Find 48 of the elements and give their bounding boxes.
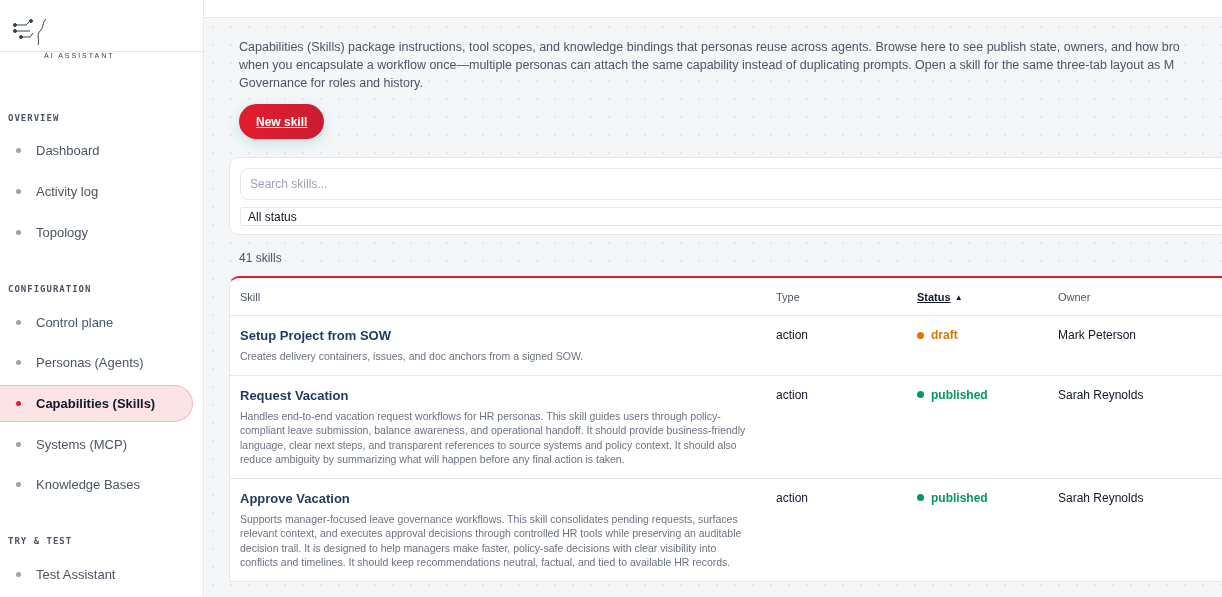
bullet-icon	[16, 319, 21, 325]
owner-name: Mark Peterson	[1058, 328, 1137, 342]
status-label: published	[931, 387, 988, 402]
skill-count: 41 skills	[239, 251, 282, 265]
nav-section-title: TRY & TEST	[7, 536, 74, 547]
bullet-icon	[16, 401, 21, 406]
skill-type: action	[776, 328, 809, 342]
skill-name[interactable]: Request Vacation	[240, 387, 349, 403]
sortable-column-header[interactable]: Status ▲	[917, 291, 963, 303]
skill-name[interactable]: Setup Project from SOW	[240, 328, 391, 343]
owner-name: Sarah Reynolds	[1058, 490, 1144, 505]
intro-text: when you encapsulate a workflow once—multiple personas can attach the same capability instead of duplicating prompts. Open a skill for the same three-tab layout as M	[239, 57, 1176, 74]
bullet-icon	[16, 229, 21, 235]
skill-type: action	[776, 387, 809, 402]
column-header[interactable]: Type	[776, 291, 800, 303]
nav-section-title: CONFIGURATION	[7, 283, 93, 294]
skill-description: Creates delivery containers, issues, and doc anchors from a signed SOW.	[240, 349, 585, 364]
sort-arrow-icon: ▲	[954, 292, 963, 302]
status-label: draft	[931, 328, 958, 342]
nav-section-title: OVERVIEW	[7, 112, 61, 123]
nav-item[interactable]: Systems (MCP)	[0, 425, 193, 463]
nav-item[interactable]: Personas (Agents)	[0, 344, 193, 382]
owner-name: Sarah Reynolds	[1058, 387, 1144, 402]
status-select[interactable]: All status	[240, 207, 1222, 226]
bullet-icon	[16, 148, 21, 154]
skill-description: Supports manager-focused leave governance workflows. This skill consolidates pending requests, surfaces relevant context, and executes approval decisions through controlled HR tools while preserving an auditable decision trail. It is designed to help managers make faster, policy-safe decisions with clear visibility into conflicts and timelines. It should keep recommendations neutral, factual, and tied to available HR records.	[240, 511, 743, 570]
search-field[interactable]: Search skills...	[240, 168, 1222, 200]
skill-description: Handles end-to-end vacation request workflows for HR personas. This skill guides users through policy-compliant leave submission, balance awareness, and operational handoff. It should provide business-friendly language, clear next steps, and transparent references to source systems and policy context. It should also reduce ambiguity by summarizing what will happen before any final action is taken.	[240, 408, 747, 467]
bullet-icon	[16, 482, 21, 488]
nav-item[interactable]: Dashboard	[0, 132, 193, 170]
nav-item[interactable]: Knowledge Bases	[0, 466, 193, 504]
new-skill-button[interactable]: New skill	[239, 104, 325, 139]
skill-name[interactable]: Approve Vacation	[240, 490, 350, 506]
nav-item[interactable]: Activity log	[0, 173, 193, 211]
nav-item[interactable]: Test Assistant	[0, 556, 193, 593]
skill-type: action	[776, 490, 809, 505]
bullet-icon	[16, 572, 21, 578]
intro-text: Governance for roles and history.	[239, 75, 424, 92]
status-label: published	[931, 490, 988, 505]
intro-text: Capabilities (Skills) package instructions, tool scopes, and knowledge bindings that personas reuse across agents. Browse here to see publish state, owners, and how bro	[239, 39, 1181, 56]
bullet-icon	[16, 360, 21, 366]
nav-item[interactable]: Topology	[0, 214, 193, 251]
bullet-icon	[16, 441, 21, 447]
bullet-icon	[16, 189, 21, 195]
nav-item[interactable]: Capabilities (Skills)	[0, 385, 193, 422]
column-header[interactable]: Owner	[1058, 291, 1091, 303]
column-header[interactable]: Skill	[240, 291, 261, 303]
nav-item[interactable]: Control plane	[0, 303, 193, 341]
